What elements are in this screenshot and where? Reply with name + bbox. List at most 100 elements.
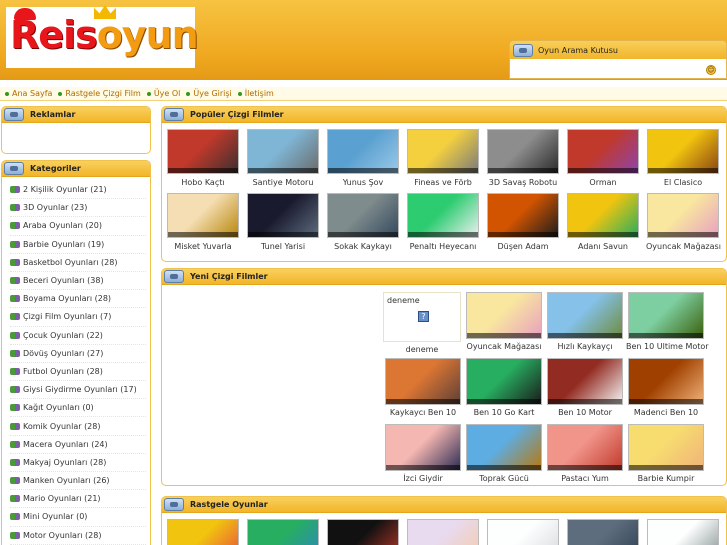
- game-tile[interactable]: Toprak Gücü: [464, 424, 544, 483]
- game-title[interactable]: Hobo Kaçtı: [166, 178, 240, 187]
- category-item[interactable]: Beceri Oyunları (38): [10, 272, 146, 291]
- category-item[interactable]: Çocuk Oyunları (22): [10, 327, 146, 345]
- game-thumbnail[interactable]: [466, 424, 542, 471]
- deneme-item[interactable]: deneme ? deneme: [383, 292, 461, 354]
- nav-link[interactable]: Üye Girişi: [193, 89, 231, 98]
- nav-link[interactable]: Rastgele Çizgi Film: [65, 89, 140, 98]
- game-tile[interactable]: Pastacı Yum: [545, 424, 625, 483]
- game-tile[interactable]: El Clasico: [646, 129, 720, 187]
- game-title[interactable]: İzci Giydir: [383, 474, 463, 483]
- category-item[interactable]: Dövüş Oyunları (27): [10, 345, 146, 363]
- game-thumbnail[interactable]: [628, 292, 704, 339]
- game-title[interactable]: Oyuncak Mağazası: [464, 342, 544, 351]
- game-thumbnail[interactable]: [547, 292, 623, 339]
- game-thumbnail[interactable]: [167, 129, 239, 174]
- category-item[interactable]: Macera Oyunları (24): [10, 436, 146, 454]
- game-tile[interactable]: [246, 519, 320, 545]
- category-item[interactable]: Basketbol Oyunları (28): [10, 254, 146, 272]
- game-thumbnail[interactable]: [567, 193, 639, 238]
- game-tile[interactable]: Düşen Adam: [486, 193, 560, 251]
- category-item[interactable]: Çizgi Film Oyunları (7): [10, 308, 146, 327]
- category-item[interactable]: Makyaj Oyunları (28): [10, 454, 146, 472]
- game-title[interactable]: Ben 10 Go Kart: [464, 408, 544, 417]
- category-item[interactable]: Araba Oyunları (20): [10, 217, 146, 236]
- site-logo[interactable]: Reisoyun: [6, 5, 199, 68]
- game-title[interactable]: Düşen Adam: [486, 242, 560, 251]
- game-thumbnail[interactable]: [167, 519, 239, 545]
- nav-link[interactable]: İletişim: [245, 89, 274, 98]
- game-title[interactable]: Sokak Kaykayı: [326, 242, 400, 251]
- game-tile[interactable]: Fineas ve Förb: [406, 129, 480, 187]
- game-title[interactable]: Kaykaycı Ben 10: [383, 408, 463, 417]
- game-thumbnail[interactable]: [487, 193, 559, 238]
- category-item[interactable]: Manken Oyunları (26): [10, 472, 146, 491]
- game-tile[interactable]: [486, 519, 560, 545]
- game-tile[interactable]: Ben 10 Motor: [545, 358, 625, 417]
- smiley-icon[interactable]: ☺: [706, 65, 716, 75]
- game-tile[interactable]: [646, 519, 720, 545]
- game-title[interactable]: Hızlı Kaykayçı: [545, 342, 625, 351]
- game-thumbnail[interactable]: [628, 358, 704, 405]
- game-tile[interactable]: Oyuncak Mağazası: [646, 193, 721, 251]
- game-thumbnail[interactable]: [247, 129, 319, 174]
- game-title[interactable]: Pastacı Yum: [545, 474, 625, 483]
- category-item[interactable]: Giysi Giydirme Oyunları (17): [10, 381, 146, 400]
- game-title[interactable]: deneme: [384, 345, 460, 354]
- nav-link[interactable]: Ana Sayfa: [12, 89, 52, 98]
- game-title[interactable]: Tunel Yarisi: [246, 242, 320, 251]
- game-tile[interactable]: Penaltı Heyecanı: [406, 193, 480, 251]
- game-thumbnail[interactable]: [628, 424, 704, 471]
- game-tile[interactable]: Ben 10 Ultime Motor: [626, 292, 709, 351]
- game-tile[interactable]: Hobo Kaçtı: [166, 129, 240, 187]
- game-title[interactable]: Ben 10 Ultime Motor: [626, 342, 709, 351]
- game-tile[interactable]: [326, 519, 400, 545]
- game-thumbnail[interactable]: [567, 519, 639, 545]
- game-title[interactable]: Barbie Kumpir: [626, 474, 706, 483]
- game-tile[interactable]: Kaykaycı Ben 10: [383, 358, 463, 417]
- game-title[interactable]: Madenci Ben 10: [626, 408, 706, 417]
- game-thumbnail[interactable]: [407, 129, 479, 174]
- game-tile[interactable]: Barbie Kumpir: [626, 424, 706, 483]
- game-title[interactable]: Toprak Gücü: [464, 474, 544, 483]
- game-tile[interactable]: Ben 10 Go Kart: [464, 358, 544, 417]
- category-item[interactable]: Mario Oyunları (21): [10, 490, 146, 509]
- game-thumbnail[interactable]: [647, 519, 719, 545]
- game-thumbnail[interactable]: [547, 424, 623, 471]
- game-tile[interactable]: Orman: [566, 129, 640, 187]
- game-tile[interactable]: Misket Yuvarla: [166, 193, 240, 251]
- game-thumbnail[interactable]: [247, 519, 319, 545]
- game-tile[interactable]: Yunus Şov: [326, 129, 400, 187]
- game-thumbnail[interactable]: [466, 358, 542, 405]
- game-thumbnail[interactable]: [547, 358, 623, 405]
- game-thumbnail[interactable]: [385, 424, 461, 471]
- game-tile[interactable]: Tunel Yarisi: [246, 193, 320, 251]
- game-title[interactable]: Orman: [566, 178, 640, 187]
- game-thumbnail[interactable]: [567, 129, 639, 174]
- game-thumbnail[interactable]: [487, 519, 559, 545]
- game-title[interactable]: El Clasico: [646, 178, 720, 187]
- game-thumbnail[interactable]: [385, 358, 461, 405]
- game-title[interactable]: Yunus Şov: [326, 178, 400, 187]
- category-item[interactable]: Futbol Oyunları (28): [10, 363, 146, 382]
- game-title[interactable]: Santiye Motoru: [246, 178, 320, 187]
- nav-link[interactable]: Üye Ol: [154, 89, 181, 98]
- game-tile[interactable]: Oyuncak Mağazası: [464, 292, 544, 351]
- game-thumbnail[interactable]: [647, 129, 719, 174]
- game-thumbnail[interactable]: [327, 519, 399, 545]
- category-item[interactable]: Motor Oyunları (28): [10, 527, 146, 545]
- game-tile[interactable]: [566, 519, 640, 545]
- game-tile[interactable]: Sokak Kaykayı: [326, 193, 400, 251]
- game-tile[interactable]: Madenci Ben 10: [626, 358, 706, 417]
- game-tile[interactable]: [166, 519, 240, 545]
- game-tile[interactable]: Hızlı Kaykayçı: [545, 292, 625, 351]
- game-tile[interactable]: 3D Savaş Robotu: [486, 129, 560, 187]
- game-title[interactable]: Fineas ve Förb: [406, 178, 480, 187]
- category-item[interactable]: Boyama Oyunları (28): [10, 290, 146, 309]
- game-title[interactable]: Misket Yuvarla: [166, 242, 240, 251]
- game-thumbnail[interactable]: [327, 193, 399, 238]
- game-thumbnail[interactable]: [466, 292, 542, 339]
- game-thumbnail[interactable]: [327, 129, 399, 174]
- game-title[interactable]: Adanı Savun: [566, 242, 640, 251]
- game-tile[interactable]: Santiye Motoru: [246, 129, 320, 187]
- game-tile[interactable]: Adanı Savun: [566, 193, 640, 251]
